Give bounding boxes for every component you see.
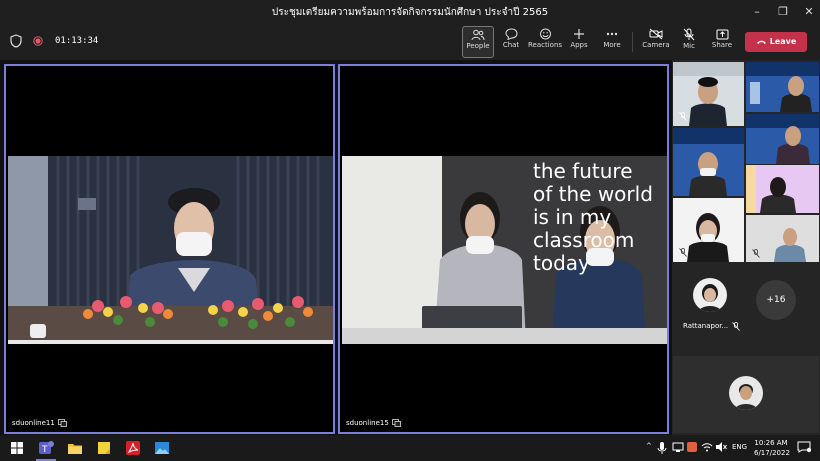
sticky-notes-icon[interactable] bbox=[95, 439, 113, 457]
close-button[interactable]: ✕ bbox=[800, 3, 818, 21]
leave-button[interactable]: Leave bbox=[745, 32, 807, 52]
video-tile-sduonline11[interactable]: sduonline11 bbox=[4, 64, 335, 434]
chat-button[interactable]: Chat bbox=[495, 26, 527, 56]
participant-video bbox=[746, 165, 819, 213]
mic-label: Mic bbox=[683, 42, 695, 50]
clock-time: 10:26 AM bbox=[754, 439, 788, 447]
share-icon bbox=[716, 29, 728, 40]
mic-muted-icon bbox=[732, 322, 740, 331]
file-explorer-icon[interactable] bbox=[66, 439, 84, 457]
acrobat-reader-icon[interactable] bbox=[124, 439, 142, 457]
video-feed-conference-room bbox=[8, 156, 333, 344]
chat-icon bbox=[504, 28, 518, 40]
system-clock[interactable]: 10:26 AM 6/17/2022 bbox=[754, 438, 790, 458]
camera-button[interactable]: Camera bbox=[640, 26, 672, 56]
volume-muted-icon[interactable] bbox=[715, 441, 727, 453]
chat-label: Chat bbox=[502, 41, 520, 49]
camera-off-icon bbox=[649, 28, 663, 40]
microphone-tray-icon[interactable] bbox=[657, 441, 667, 455]
participant-video-thumbnail[interactable] bbox=[746, 114, 819, 164]
participant-avatar-tile[interactable]: Rattanapor... bbox=[673, 266, 744, 336]
phone-hangup-icon bbox=[756, 40, 766, 44]
share-label: Share bbox=[711, 41, 733, 49]
participant-gallery: Rattanapor... +16 bbox=[672, 60, 820, 435]
reactions-icon bbox=[539, 28, 551, 40]
input-language-indicator[interactable]: ENG bbox=[732, 443, 747, 451]
share-button[interactable]: Share bbox=[706, 26, 738, 56]
svg-text:T: T bbox=[41, 445, 48, 455]
wifi-icon[interactable] bbox=[701, 441, 713, 453]
more-participants-button[interactable]: +16 bbox=[756, 280, 796, 320]
plus-icon bbox=[574, 29, 584, 39]
participant-video bbox=[746, 62, 819, 112]
avatar bbox=[693, 278, 727, 312]
mic-off-icon bbox=[683, 28, 695, 41]
maximize-button[interactable]: ❐ bbox=[774, 3, 792, 21]
network-tray-icon[interactable] bbox=[672, 441, 684, 453]
clock-date: 6/17/2022 bbox=[754, 449, 790, 457]
camera-label: Camera bbox=[642, 41, 670, 49]
toolbar-divider bbox=[632, 32, 633, 52]
ellipsis-icon bbox=[606, 32, 618, 36]
people-button[interactable]: People bbox=[462, 26, 494, 58]
mic-muted-icon bbox=[679, 248, 687, 257]
mic-muted-icon bbox=[752, 249, 760, 258]
people-icon bbox=[471, 29, 485, 41]
classroom-slogan: the future of the world is in my classro… bbox=[533, 159, 667, 275]
slogan-line: is in my bbox=[533, 205, 612, 229]
participant-video-thumbnail[interactable] bbox=[746, 215, 819, 262]
shield-icon[interactable] bbox=[10, 34, 22, 48]
window-title: ประชุมเตรียมความพร้อมการจัดกิจกรรมนักศึก… bbox=[271, 7, 549, 18]
mic-muted-icon bbox=[679, 112, 687, 121]
screen-share-icon bbox=[58, 419, 67, 427]
video-tile-sduonline15[interactable]: the future of the world is in my classro… bbox=[338, 64, 669, 434]
recording-icon bbox=[33, 36, 43, 46]
meeting-stage: sduonline11 the future of the world is i… bbox=[0, 60, 672, 435]
teams-app-icon[interactable]: T bbox=[37, 439, 55, 457]
slogan-line: the future bbox=[533, 159, 633, 183]
self-view-tile[interactable] bbox=[673, 356, 819, 433]
meeting-toolbar: 01:13:34 People Chat Reactions Apps More… bbox=[0, 24, 820, 60]
more-button[interactable]: More bbox=[596, 26, 628, 56]
participant-video-thumbnail[interactable] bbox=[746, 62, 819, 112]
slogan-line: today bbox=[533, 251, 590, 275]
slogan-line: of the world bbox=[533, 182, 653, 206]
apps-label: Apps bbox=[570, 41, 588, 49]
windows-taskbar: T ^ ENG 10:26 AM 6/17/2022 bbox=[0, 435, 820, 461]
app-tray-icon[interactable] bbox=[686, 441, 698, 453]
reactions-label: Reactions bbox=[528, 41, 563, 49]
participant-video bbox=[673, 128, 744, 196]
mic-button[interactable]: Mic bbox=[673, 26, 705, 56]
title-bar: ประชุมเตรียมความพร้อมการจัดกิจกรรมนักศึก… bbox=[0, 0, 820, 24]
slogan-line: classroom bbox=[533, 228, 635, 252]
leave-label: Leave bbox=[769, 37, 797, 46]
screen-share-icon bbox=[392, 419, 401, 427]
people-label: People bbox=[466, 42, 490, 50]
participant-video-thumbnail[interactable] bbox=[673, 62, 744, 126]
avatar bbox=[729, 376, 763, 410]
participant-video bbox=[746, 114, 819, 164]
notifications-icon[interactable] bbox=[797, 441, 811, 453]
participant-name-label: sduonline15 bbox=[346, 419, 389, 427]
participant-name-label: Rattanapor... bbox=[683, 322, 729, 330]
photos-app-icon[interactable] bbox=[153, 439, 171, 457]
meeting-timer: 01:13:34 bbox=[55, 36, 99, 46]
participant-video-thumbnail[interactable] bbox=[746, 165, 819, 213]
participant-video-thumbnail[interactable] bbox=[673, 198, 744, 262]
apps-button[interactable]: Apps bbox=[563, 26, 595, 56]
windows-start-icon[interactable] bbox=[8, 439, 26, 457]
tray-overflow-chevron[interactable]: ^ bbox=[646, 442, 652, 450]
participant-name-label: sduonline11 bbox=[12, 419, 55, 427]
more-label: More bbox=[603, 41, 621, 49]
minimize-button[interactable]: – bbox=[748, 3, 766, 21]
reactions-button[interactable]: Reactions bbox=[528, 26, 562, 56]
participant-video-thumbnail[interactable] bbox=[673, 128, 744, 196]
